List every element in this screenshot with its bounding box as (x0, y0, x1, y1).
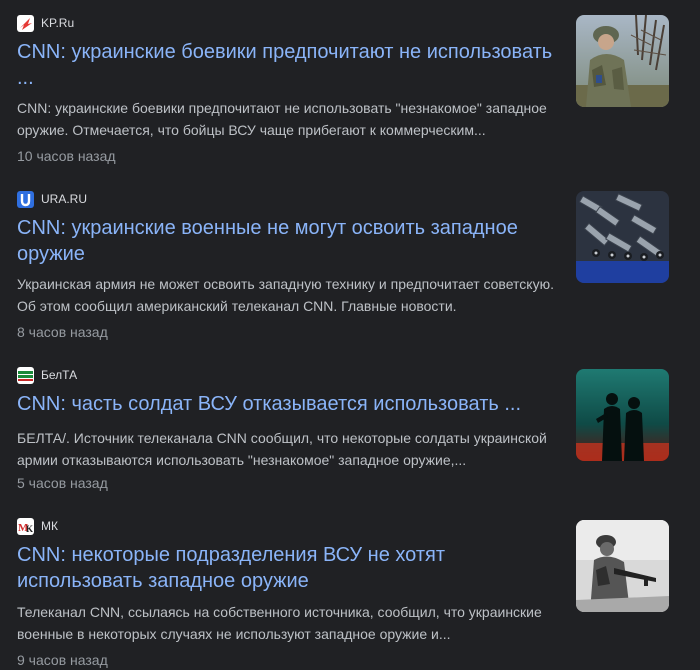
news-result: БелТА CNN: часть солдат ВСУ отказывается… (0, 352, 700, 517)
news-source[interactable]: M K МК (17, 517, 58, 535)
news-thumbnail[interactable] (576, 520, 669, 612)
news-title-link[interactable]: CNN: часть солдат ВСУ отказывается испол… (17, 391, 562, 417)
news-thumbnail[interactable] (576, 369, 669, 461)
news-source[interactable]: URA.RU (17, 190, 87, 208)
ura-favicon-icon (17, 190, 34, 208)
news-snippet: Телеканал CNN, ссылаясь на собственного … (17, 604, 542, 642)
news-result: URA.RU CNN: украинские военные не могут … (0, 176, 700, 341)
news-title-link[interactable]: CNN: некоторые подразделения ВСУ не хотя… (17, 542, 562, 594)
source-name: МК (41, 519, 58, 533)
news-source[interactable]: KP.Ru (17, 14, 74, 32)
news-time: 5 часов назад (17, 475, 108, 491)
news-title-link[interactable]: CNN: украинские военные не могут освоить… (17, 215, 562, 267)
news-title-link[interactable]: CNN: украинские боевики предпочитают не … (17, 39, 562, 91)
source-name: БелТА (41, 368, 78, 382)
source-name: URA.RU (41, 192, 88, 206)
belta-favicon-icon (17, 366, 34, 384)
news-thumbnail[interactable] (576, 15, 669, 107)
news-time: 8 часов назад (17, 324, 108, 340)
news-source[interactable]: БелТА (17, 366, 77, 384)
news-time: 9 часов назад (17, 652, 108, 668)
news-snippet: CNN: украинские боевики предпочитают не … (17, 100, 547, 138)
kp-favicon-icon (17, 14, 34, 32)
news-time: 10 часов назад (17, 148, 116, 164)
news-result: M K МК CNN: некоторые подразделения ВСУ … (0, 503, 700, 668)
news-snippet: Украинская армия не может освоить западн… (17, 276, 554, 314)
news-thumbnail[interactable] (576, 191, 669, 283)
svg-text:K: K (26, 524, 33, 534)
news-result: KP.Ru CNN: украинские боевики предпочита… (0, 0, 700, 165)
source-name: KP.Ru (41, 16, 75, 30)
news-snippet: БЕЛТА/. Источник телеканала CNN сообщил,… (17, 430, 547, 468)
mk-favicon-icon: M K (17, 517, 34, 535)
